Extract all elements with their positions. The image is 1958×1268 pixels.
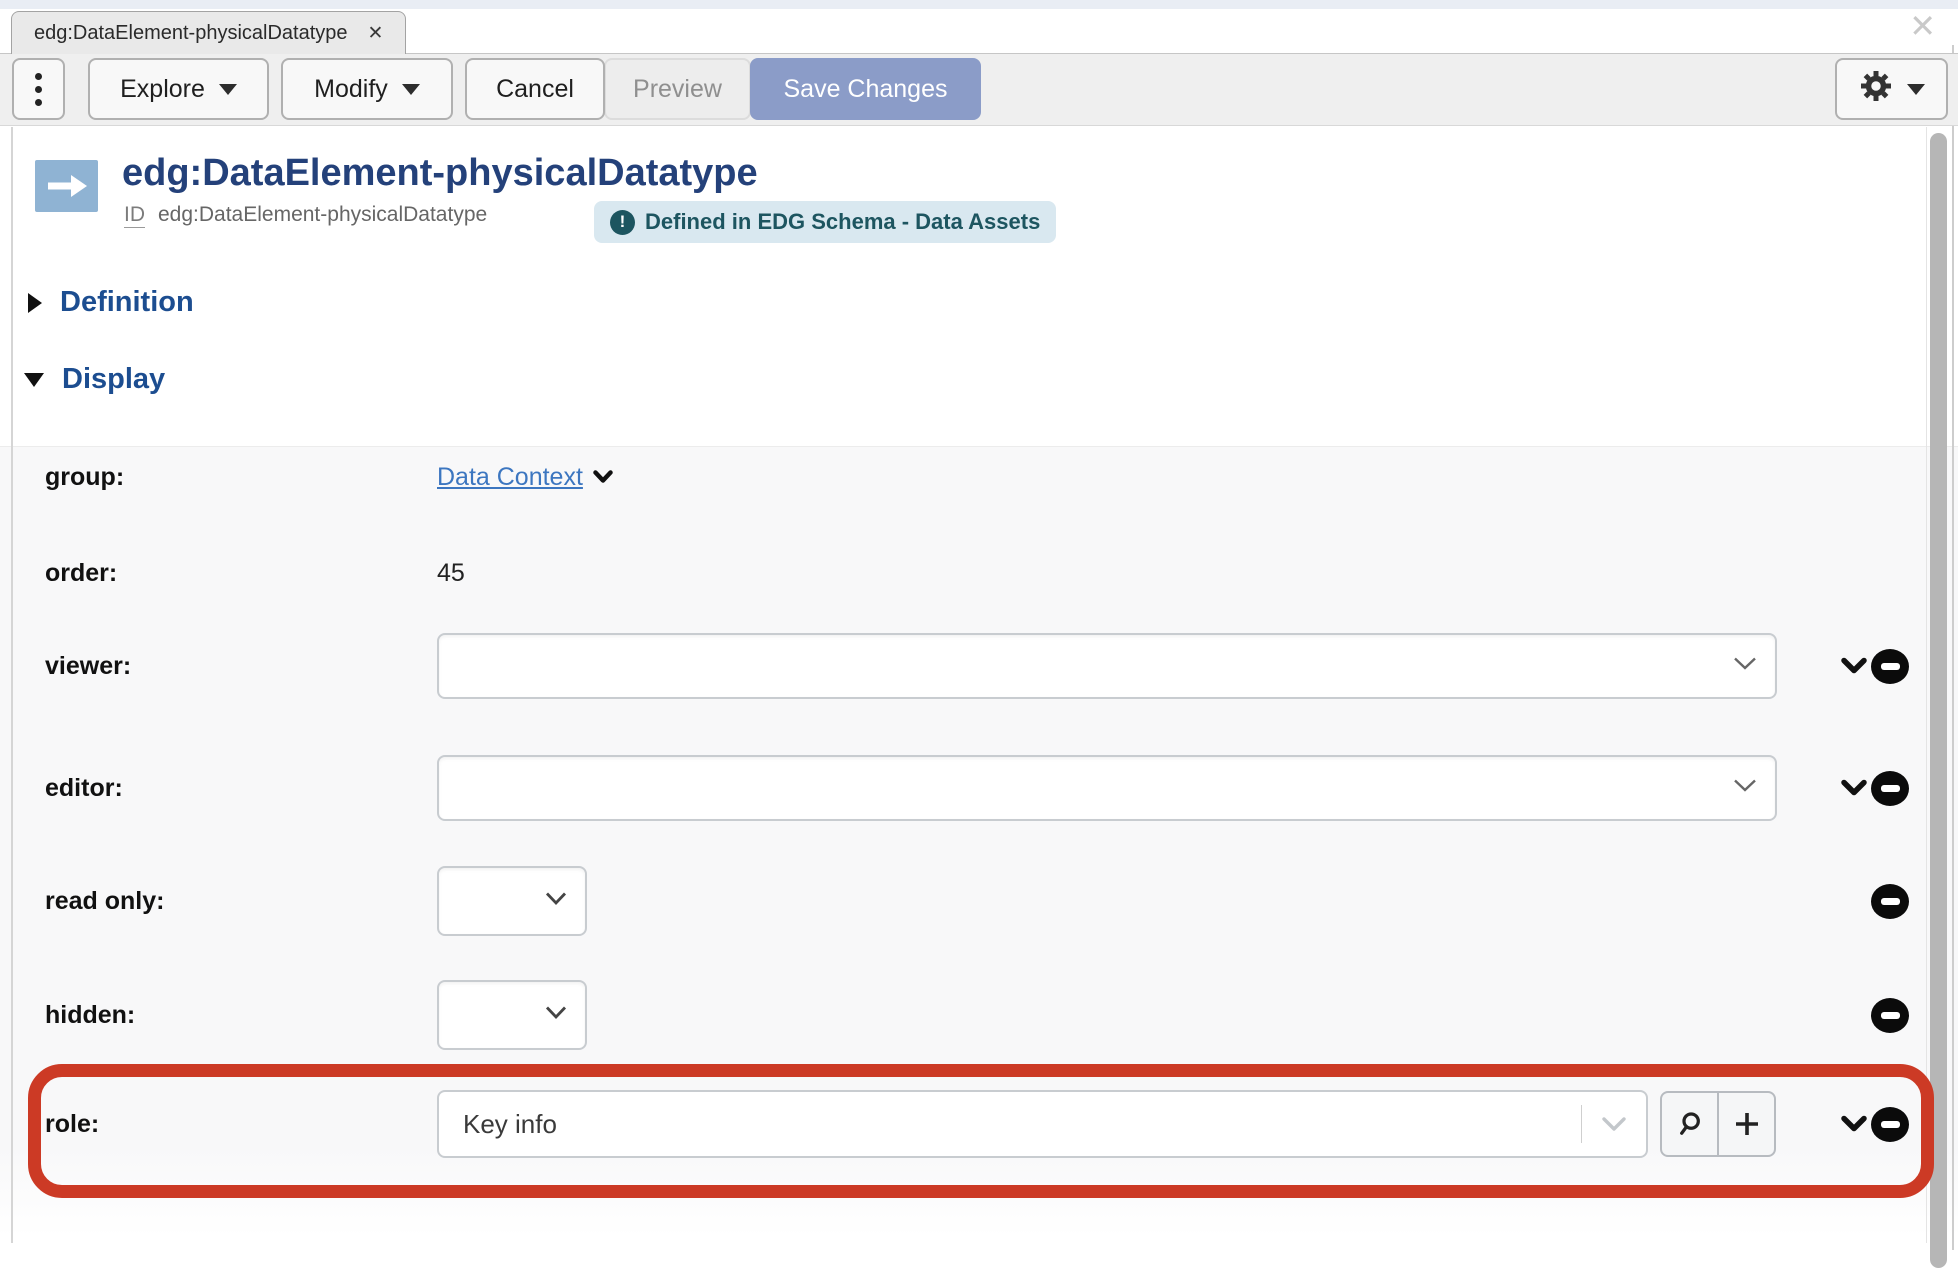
hidden-select[interactable] <box>437 980 587 1050</box>
section-display[interactable]: Display <box>24 363 165 396</box>
role-input-group <box>437 1090 1648 1158</box>
resource-id-line: ID edg:DataElement-physicalDatatype <box>124 200 487 230</box>
kebab-icon <box>35 73 42 106</box>
toolbar: Explore Modify Cancel Preview Save Chang… <box>0 53 1958 126</box>
property-arrow-icon <box>35 160 98 212</box>
chevron-down-icon <box>1733 779 1757 798</box>
section-definition-title: Definition <box>60 286 194 319</box>
role-input[interactable] <box>439 1092 1581 1156</box>
chevron-down-icon <box>593 470 613 484</box>
save-changes-label: Save Changes <box>783 75 947 104</box>
viewer-select[interactable] <box>437 633 1777 699</box>
hidden-label: hidden: <box>45 997 135 1033</box>
cancel-button[interactable]: Cancel <box>465 58 605 120</box>
role-label: role: <box>45 1106 99 1142</box>
expanded-triangle-icon <box>24 373 44 387</box>
read-only-label: read only: <box>45 883 164 919</box>
gear-icon <box>1859 69 1893 110</box>
role-remove-icon[interactable] <box>1871 1107 1909 1142</box>
modify-label: Modify <box>314 75 388 104</box>
cancel-label: Cancel <box>496 75 574 104</box>
editor-select[interactable] <box>437 755 1777 821</box>
viewer-expand-chevron-icon[interactable] <box>1841 657 1867 680</box>
editor-label: editor: <box>45 770 123 806</box>
id-value: edg:DataElement-physicalDatatype <box>158 203 487 227</box>
panel-right-border <box>1926 127 1927 1243</box>
vertical-scrollbar[interactable] <box>1930 133 1947 1268</box>
chevron-down-icon <box>545 1006 567 1025</box>
explore-label: Explore <box>120 75 205 104</box>
explore-button[interactable]: Explore <box>88 58 269 120</box>
id-label: ID <box>124 203 145 228</box>
tab-data-element[interactable]: edg:DataElement-physicalDatatype ✕ <box>11 11 406 54</box>
kebab-menu-button[interactable] <box>12 58 65 120</box>
section-definition[interactable]: Definition <box>28 286 194 319</box>
settings-button[interactable] <box>1835 58 1948 120</box>
order-label: order: <box>45 555 117 591</box>
preview-button: Preview <box>604 58 751 120</box>
group-value-link[interactable]: Data Context <box>437 459 613 495</box>
section-display-title: Display <box>62 363 165 396</box>
info-icon: ! <box>610 210 635 235</box>
window-right-border <box>1952 45 1954 1250</box>
panel-left-border <box>11 127 13 1243</box>
role-lookup-buttons <box>1660 1091 1776 1157</box>
chevron-down-icon <box>1733 657 1757 676</box>
tab-close-icon[interactable]: ✕ <box>368 22 384 45</box>
modify-button[interactable]: Modify <box>281 58 453 120</box>
chevron-down-icon <box>1601 1116 1627 1132</box>
defined-in-badge-text: Defined in EDG Schema - Data Assets <box>645 209 1040 235</box>
role-expand-chevron-icon[interactable] <box>1841 1115 1867 1138</box>
order-value: 45 <box>437 555 465 591</box>
collapsed-triangle-icon <box>28 293 42 313</box>
window-close-icon[interactable]: ✕ <box>1909 6 1936 46</box>
caret-down-icon <box>219 84 237 95</box>
editor-remove-icon[interactable] <box>1871 771 1909 806</box>
role-dropdown-segment <box>1581 1092 1646 1156</box>
chevron-down-icon <box>545 892 567 911</box>
group-value-text: Data Context <box>437 459 583 495</box>
role-add-button[interactable] <box>1717 1093 1774 1155</box>
save-changes-button[interactable]: Save Changes <box>750 58 981 120</box>
read-only-remove-icon[interactable] <box>1871 884 1909 919</box>
group-label: group: <box>45 459 124 495</box>
caret-down-icon <box>1907 84 1925 95</box>
viewer-label: viewer: <box>45 648 131 684</box>
caret-down-icon <box>402 84 420 95</box>
read-only-select[interactable] <box>437 866 587 936</box>
tab-title: edg:DataElement-physicalDatatype <box>34 22 348 45</box>
defined-in-badge: ! Defined in EDG Schema - Data Assets <box>594 201 1056 243</box>
editor-expand-chevron-icon[interactable] <box>1841 779 1867 802</box>
plus-icon <box>1734 1111 1760 1137</box>
viewer-remove-icon[interactable] <box>1871 649 1909 684</box>
page-title: edg:DataElement-physicalDatatype <box>122 152 758 195</box>
window-top-strip <box>0 0 1958 9</box>
separator <box>1581 1105 1582 1143</box>
hidden-remove-icon[interactable] <box>1871 998 1909 1033</box>
preview-label: Preview <box>633 75 722 104</box>
role-search-button[interactable] <box>1662 1093 1717 1155</box>
search-icon <box>1675 1109 1705 1139</box>
